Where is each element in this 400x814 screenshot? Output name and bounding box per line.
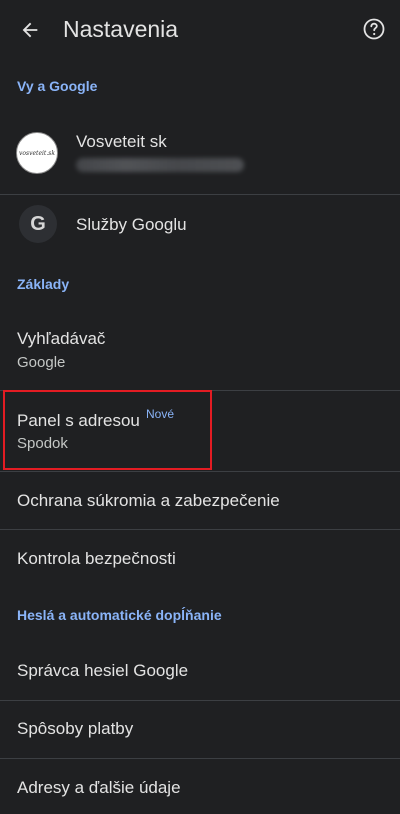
search-engine-value: Google	[17, 354, 66, 371]
section-header-you-and-google: Vy a Google	[17, 78, 98, 94]
back-button[interactable]	[14, 14, 46, 46]
password-manager-label: Správca hesiel Google	[17, 661, 189, 680]
google-g-icon: G	[19, 205, 57, 243]
page-title: Nastavenia	[63, 16, 179, 42]
address-bar-title: Panel s adresou	[17, 411, 140, 430]
address-bar-row[interactable]	[0, 391, 400, 471]
app-bar: Nastavenia	[0, 0, 400, 58]
search-engine-row[interactable]	[0, 312, 400, 390]
google-services-row[interactable]	[0, 195, 400, 253]
safety-check-label: Kontrola bezpečnosti	[17, 549, 176, 568]
section-header-basics: Základy	[17, 276, 70, 292]
privacy-label: Ochrana súkromia a zabezpečenie	[17, 491, 280, 510]
google-services-label: Služby Googlu	[76, 215, 187, 234]
search-engine-title: Vyhľadávač	[17, 329, 106, 348]
avatar: vosveteit.sk	[16, 132, 58, 174]
new-badge: Nové	[146, 407, 175, 421]
account-name: Vosveteit sk	[76, 132, 167, 151]
address-bar-value: Spodok	[17, 435, 68, 452]
help-icon	[363, 18, 385, 40]
payment-methods-label: Spôsoby platby	[17, 719, 134, 738]
addresses-label: Adresy a ďalšie údaje	[17, 778, 181, 797]
help-button[interactable]	[360, 15, 388, 43]
avatar-logo-text: vosveteit.sk	[19, 149, 55, 157]
section-header-passwords: Heslá a automatické dopĺňanie	[17, 607, 222, 623]
account-row[interactable]	[0, 118, 400, 194]
account-email-blurred	[76, 158, 244, 172]
arrow-back-icon	[22, 22, 38, 38]
